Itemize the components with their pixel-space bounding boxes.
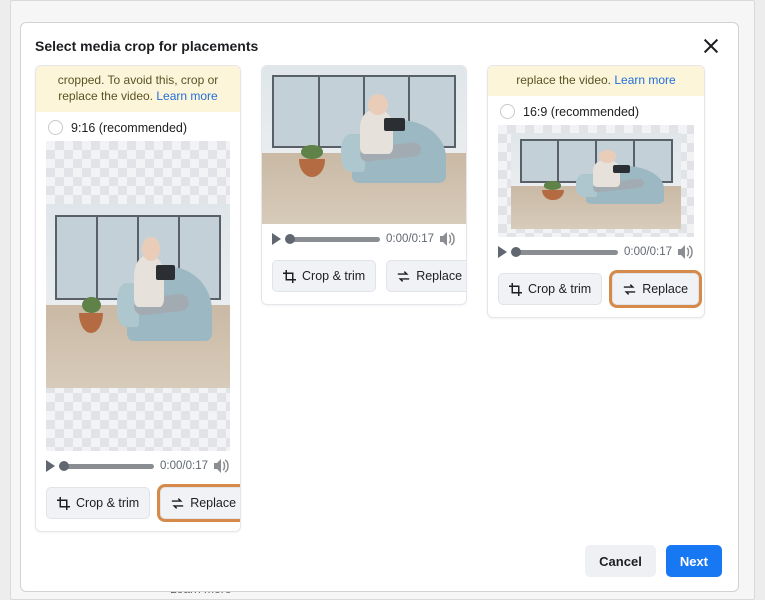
close-icon[interactable]	[702, 37, 720, 55]
video-preview	[262, 66, 466, 224]
next-button[interactable]: Next	[666, 545, 722, 577]
video-controls: 0:00/0:17	[488, 237, 704, 265]
replace-button[interactable]: Replace	[612, 273, 699, 305]
video-preview-9-16	[46, 141, 230, 451]
time-display: 0:00/0:17	[160, 460, 208, 472]
warning-banner: cropped. To avoid this, crop or replace …	[36, 66, 240, 112]
video-controls: 0:00/0:17	[262, 224, 466, 252]
placement-card-middle: 0:00/0:17 Crop & trim Replace	[261, 65, 467, 305]
cancel-button[interactable]: Cancel	[585, 545, 656, 577]
crop-trim-button[interactable]: Crop & trim	[272, 260, 376, 292]
card-actions: Crop & trim Replace	[488, 265, 704, 317]
video-controls: 0:00/0:17	[36, 451, 240, 479]
seek-slider[interactable]	[61, 464, 154, 469]
modal-header: Select media crop for placements	[21, 23, 738, 65]
warning-banner: replace the video. Learn more	[488, 66, 704, 96]
crop-trim-button[interactable]: Crop & trim	[498, 273, 602, 305]
crop-icon	[509, 283, 522, 296]
placement-card-16-9: replace the video. Learn more 16:9 (reco…	[487, 65, 705, 318]
radio-unchecked-icon	[500, 104, 515, 119]
video-thumbnail	[511, 133, 681, 229]
replace-label: Replace	[642, 282, 688, 296]
play-icon[interactable]	[498, 246, 507, 258]
video-thumbnail	[46, 204, 230, 388]
modal-body: cropped. To avoid this, crop or replace …	[21, 65, 738, 535]
learn-more-link[interactable]: Learn more	[614, 73, 675, 87]
video-preview-16-9	[498, 125, 694, 237]
replace-icon	[171, 497, 184, 510]
crop-trim-label: Crop & trim	[302, 269, 365, 283]
radio-unchecked-icon	[48, 120, 63, 135]
replace-label: Replace	[416, 269, 462, 283]
video-thumbnail	[262, 66, 466, 224]
aspect-ratio-option[interactable]: 16:9 (recommended)	[488, 96, 704, 125]
play-icon[interactable]	[272, 233, 281, 245]
play-icon[interactable]	[46, 460, 55, 472]
time-display: 0:00/0:17	[624, 246, 672, 258]
warning-text: replace the video.	[516, 73, 611, 87]
replace-button[interactable]: Replace	[160, 487, 241, 519]
crop-icon	[57, 497, 70, 510]
aspect-ratio-option[interactable]: 9:16 (recommended)	[36, 112, 240, 141]
card-actions: Crop & trim Replace	[262, 252, 466, 304]
crop-icon	[283, 270, 296, 283]
modal-title: Select media crop for placements	[35, 38, 258, 54]
placement-card-9-16: cropped. To avoid this, crop or replace …	[35, 65, 241, 532]
ratio-label: 16:9 (recommended)	[523, 105, 639, 119]
volume-icon[interactable]	[678, 245, 694, 259]
media-crop-modal: Select media crop for placements cropped…	[20, 22, 739, 592]
seek-slider[interactable]	[287, 237, 380, 242]
crop-trim-button[interactable]: Crop & trim	[46, 487, 150, 519]
crop-trim-label: Crop & trim	[76, 496, 139, 510]
learn-more-link[interactable]: Learn more	[156, 89, 217, 103]
card-actions: Crop & trim Replace	[36, 479, 240, 531]
crop-trim-label: Crop & trim	[528, 282, 591, 296]
replace-icon	[397, 270, 410, 283]
modal-footer: Cancel Next	[21, 535, 738, 591]
volume-icon[interactable]	[214, 459, 230, 473]
seek-slider[interactable]	[513, 250, 618, 255]
time-display: 0:00/0:17	[386, 233, 434, 245]
replace-label: Replace	[190, 496, 236, 510]
volume-icon[interactable]	[440, 232, 456, 246]
ratio-label: 9:16 (recommended)	[71, 121, 187, 135]
replace-button[interactable]: Replace	[386, 260, 467, 292]
replace-icon	[623, 283, 636, 296]
